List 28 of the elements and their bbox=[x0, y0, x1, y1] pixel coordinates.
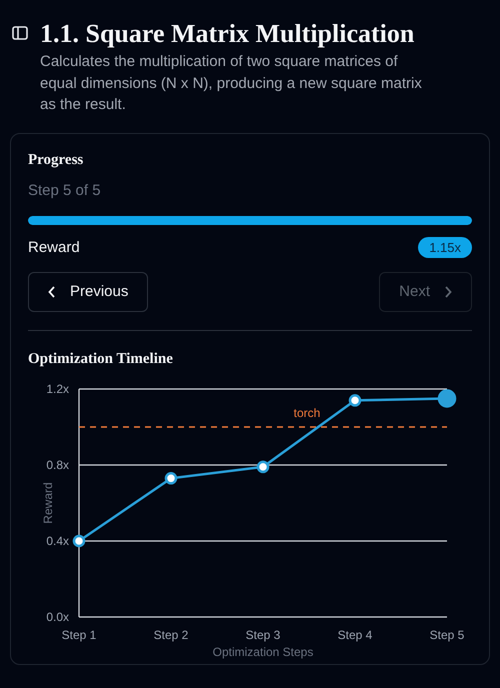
x-tick-label: Step 3 bbox=[246, 628, 280, 642]
reference-label: torch bbox=[294, 406, 320, 420]
chevron-left-icon bbox=[48, 286, 56, 298]
x-tick-label: Step 4 bbox=[338, 628, 372, 642]
y-tick-label: 0.4x bbox=[46, 534, 69, 548]
previous-button[interactable]: Previous bbox=[28, 272, 148, 312]
x-axis-label: Optimization Steps bbox=[212, 644, 314, 658]
data-point bbox=[348, 394, 362, 406]
data-point bbox=[164, 472, 178, 484]
reward-badge: 1.15x bbox=[418, 236, 472, 258]
data-point bbox=[72, 534, 86, 547]
y-tick-label: 0.8x bbox=[46, 458, 69, 472]
sidebar-icon[interactable] bbox=[12, 26, 28, 40]
section-title: Progress bbox=[28, 150, 84, 170]
data-point bbox=[438, 388, 456, 408]
x-tick-label: Step 2 bbox=[154, 628, 188, 642]
data-point bbox=[256, 460, 270, 473]
x-tick-label: Step 1 bbox=[62, 628, 96, 642]
x-tick-label: Step 5 bbox=[430, 628, 464, 642]
step-text: Step 5 of 5 bbox=[28, 182, 102, 198]
y-tick-label: 1.2x bbox=[46, 382, 69, 396]
reward-label: Reward bbox=[28, 238, 80, 256]
page-description: Calculates the multiplication of two square matrices of equal dimensions (N x N), producing a new square matrix as the result. bbox=[40, 52, 423, 115]
y-axis-label: Reward bbox=[41, 482, 55, 524]
chevron-right-icon bbox=[444, 286, 452, 298]
page-title: 1.1. Square Matrix Multiplication bbox=[40, 18, 416, 50]
y-tick-label: 0.0x bbox=[46, 610, 69, 624]
chart-title: Optimization Timeline bbox=[28, 350, 174, 368]
